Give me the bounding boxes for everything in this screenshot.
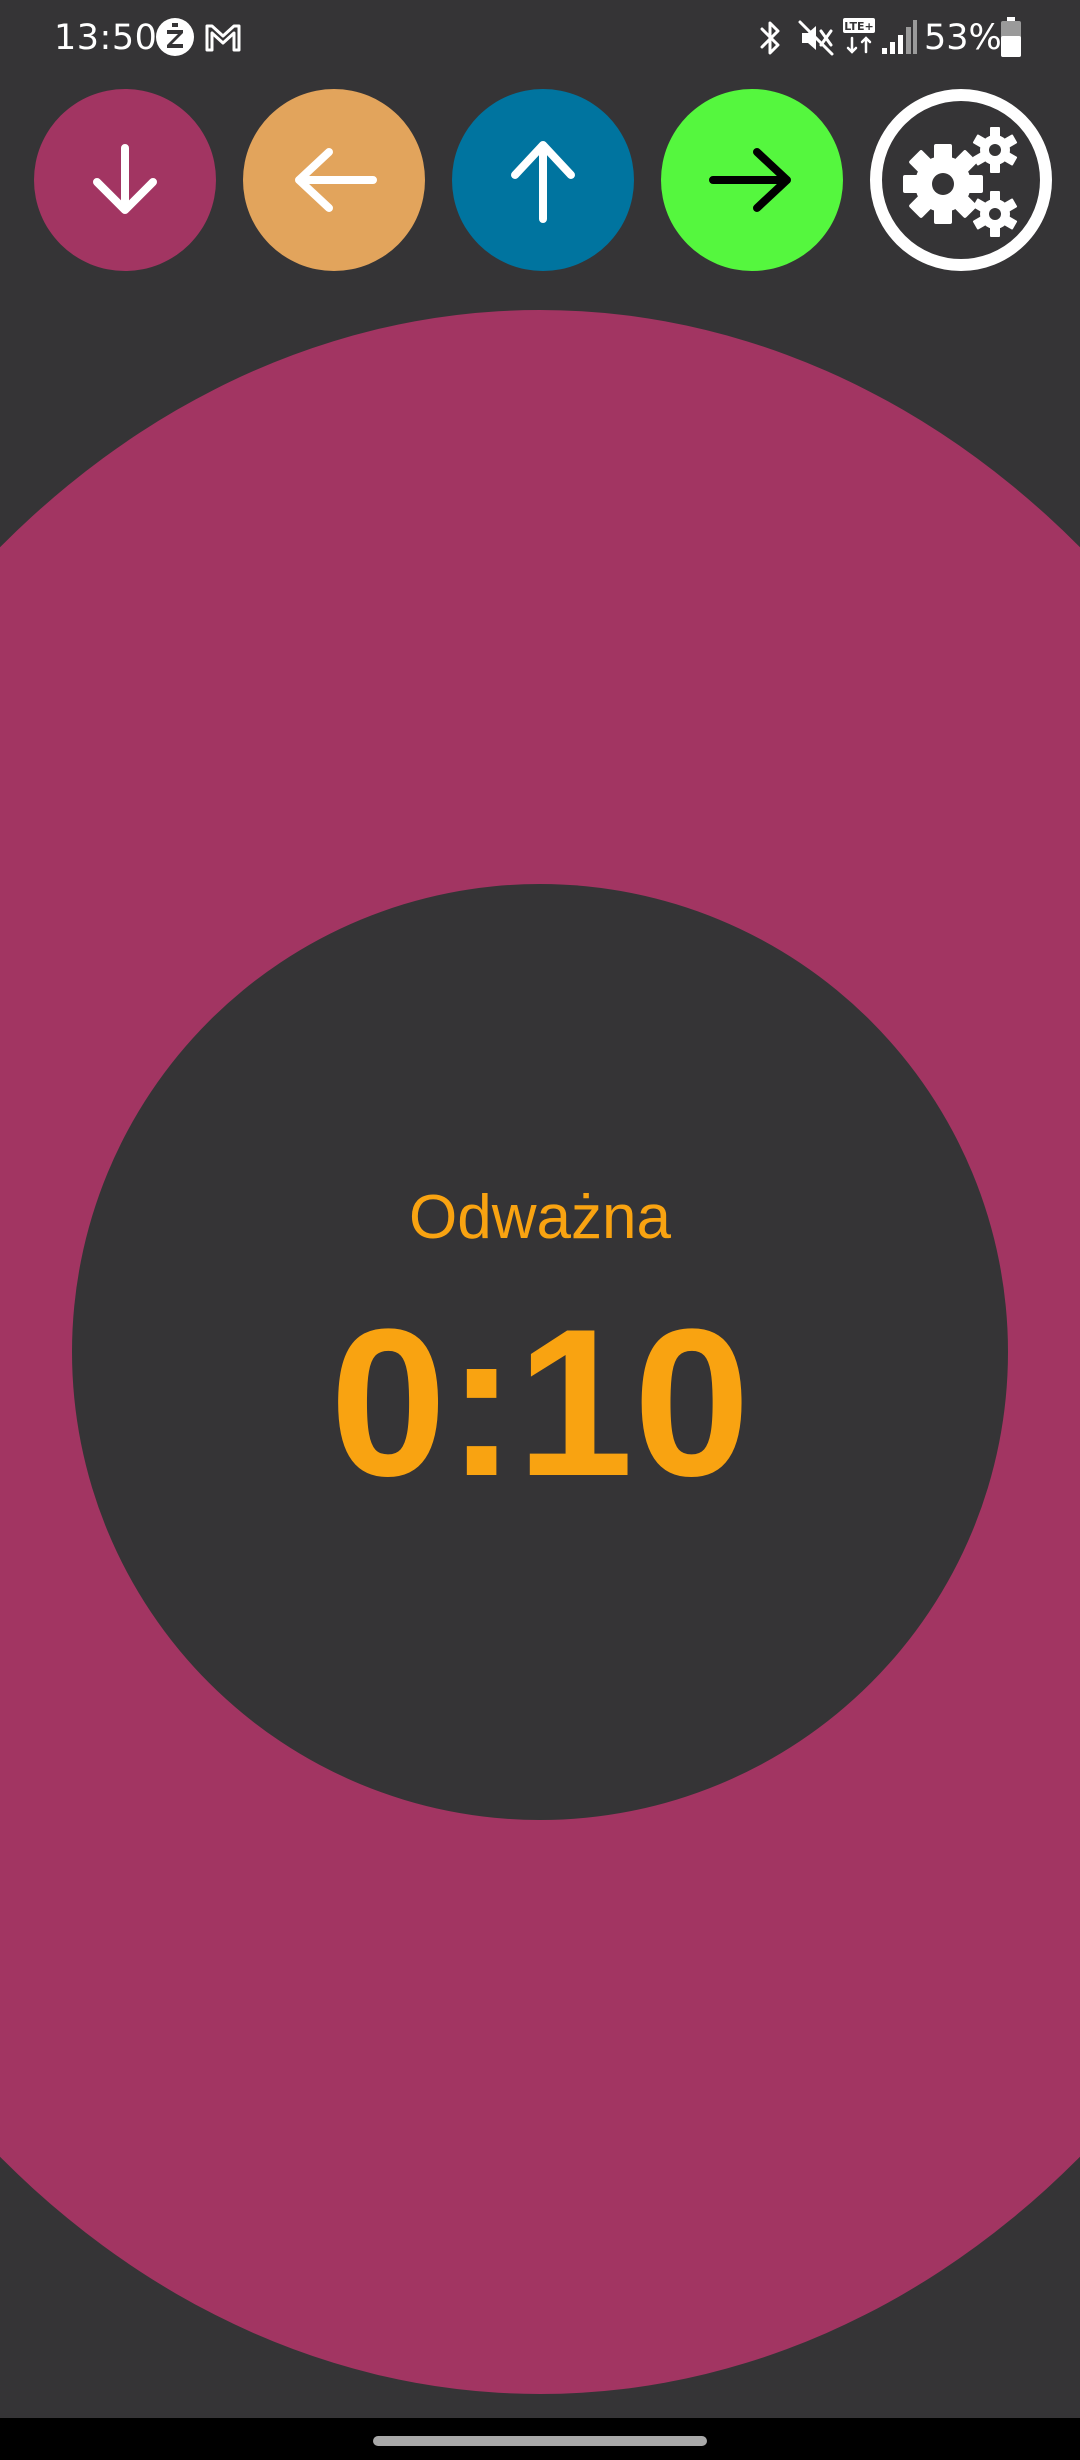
vibrate-mute-icon <box>798 20 834 56</box>
settings-button[interactable] <box>870 89 1052 271</box>
countdown-timer: 0:10 <box>329 1285 751 1520</box>
battery-percent: 53% <box>924 18 1002 58</box>
status-time: 13:50 <box>54 18 158 58</box>
status-bar: 13:50 LTE+ 53% <box>0 0 1080 76</box>
gmail-icon <box>205 24 241 52</box>
lte-icon: LTE+ <box>843 18 875 54</box>
left-button[interactable] <box>243 89 425 271</box>
arrow-up-icon <box>511 141 575 223</box>
home-gesture-handle[interactable] <box>373 2436 707 2446</box>
svg-text:LTE+: LTE+ <box>844 20 873 33</box>
arrow-down-icon <box>93 144 157 214</box>
gears-icon <box>903 127 1018 237</box>
zabka-app-icon <box>156 18 194 56</box>
app-screen: 13:50 LTE+ 53% Odważna 0:10 <box>0 0 1080 2460</box>
arrow-right-icon <box>709 148 791 212</box>
up-button[interactable] <box>452 89 634 271</box>
down-button[interactable] <box>34 89 216 271</box>
bluetooth-icon <box>760 21 780 55</box>
battery-icon <box>1001 17 1021 57</box>
stage-name: Odważna <box>409 1183 671 1252</box>
right-button[interactable] <box>661 89 843 271</box>
arrow-left-icon <box>295 148 377 212</box>
signal-icon <box>882 20 917 54</box>
navigation-bar <box>0 2418 1080 2460</box>
